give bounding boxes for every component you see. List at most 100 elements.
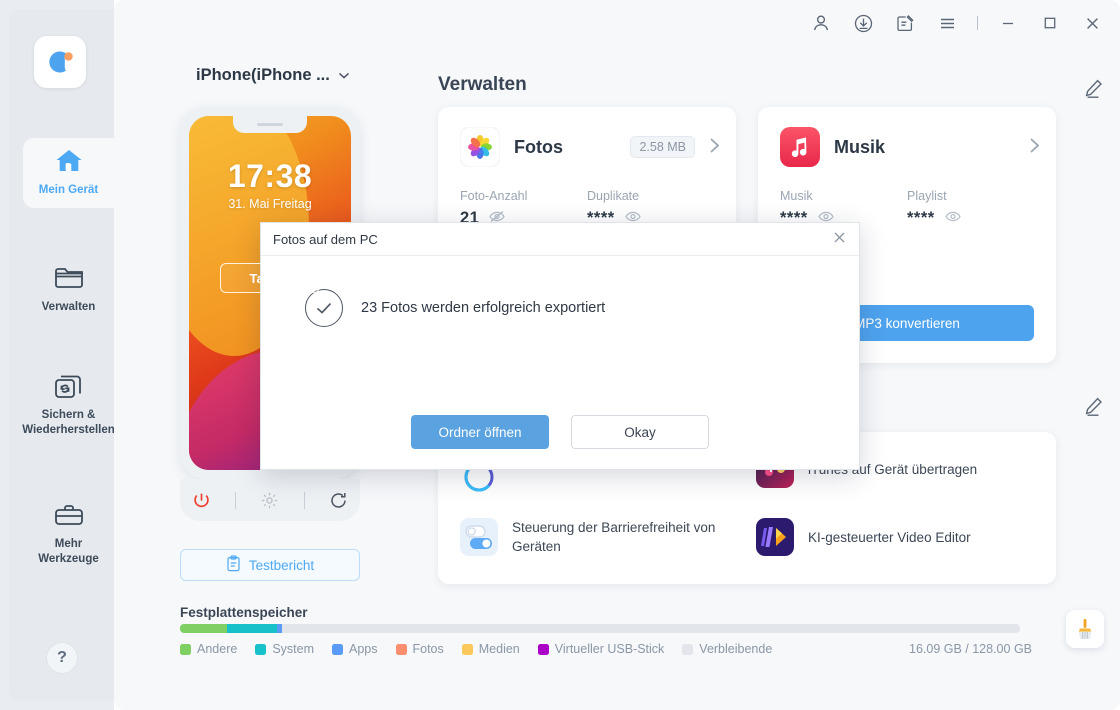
clipboard-icon [226,555,241,575]
titlebar-divider [977,16,978,30]
legend-item: Verbleibende [682,642,772,656]
stat-label: Foto-Anzahl [460,189,528,203]
card-musik-title: Musik [834,136,886,157]
feedback-icon[interactable] [893,11,917,35]
legend-swatch [180,643,191,655]
help-button[interactable]: ? [46,642,78,674]
stat-label: Musik [780,189,813,203]
close-icon[interactable] [832,230,847,248]
broom-icon[interactable] [1066,610,1104,648]
sidebar-item-sichern-wiederherstellen[interactable]: Sichern & Wiederherstellen [22,363,115,448]
legend-swatch [255,643,267,655]
legend-item: Apps [332,642,378,656]
action-divider [303,491,305,509]
lockscreen-time: 17:38 [227,158,313,194]
tool-label: KI-gesteuerter Video Editor [808,529,971,545]
legend-item: Virtueller USB-Stick [537,642,665,656]
sidebar-item-label: Mein Gerät [38,184,99,196]
chevron-right-icon[interactable] [1029,137,1040,158]
testbericht-label: Testbericht [248,557,315,573]
legend-swatch [682,643,694,655]
sidebar-item-label: Mehr Werkzeuge [38,538,99,565]
tool-item-accessibility[interactable]: Steuerung der Barrierefreiheit von Gerät… [460,518,750,556]
music-app-icon [780,127,820,167]
storage-title: Festplattenspeicher [180,605,308,620]
folder-icon [54,263,84,293]
backup-restore-icon [54,371,84,401]
storage-legend: Andere System Apps Fotos Medien Virtueller US… [180,642,772,656]
edit-tools-icon[interactable] [1083,396,1104,422]
legend-label: Fotos [412,642,444,656]
chevron-down-icon [338,66,350,85]
legend-swatch [537,643,549,655]
sidebar-panel [9,9,114,701]
sidebar-item-verwalten[interactable]: Verwalten [23,255,114,325]
dialog-footer: Ordner öffnen Okay [261,415,859,449]
tool-item-video-editor[interactable]: KI-gesteuerter Video Editor [756,518,1046,556]
window-titlebar [114,0,1120,46]
app-logo [34,36,86,88]
eye-icon[interactable] [944,210,961,228]
menu-icon[interactable] [935,11,959,35]
storage-capacity: 16.09 GB / 128.00 GB [909,642,1032,656]
wallpaper-button[interactable]: Tapete [220,263,320,293]
legend-label: Virtueller USB-Stick [554,642,665,656]
legend-label: Andere [197,642,238,656]
testbericht-button[interactable]: Testbericht [180,549,360,581]
card-fotos-size: 2.58 MB [630,136,695,158]
dialog-header: Fotos auf dem PC [261,223,859,256]
stat-value: **** [907,209,935,227]
card-musik-header: Musik [780,127,1040,167]
stat-playlist: Playlist **** [907,189,1034,228]
video-editor-icon [756,518,794,556]
device-selector[interactable]: iPhone(iPhone ... [196,66,350,85]
legend-label: Apps [349,642,378,656]
minimize-button[interactable] [996,11,1020,35]
home-icon [55,146,83,176]
download-icon[interactable] [851,11,875,35]
toolbox-icon [54,500,84,530]
sidebar-item-label: Sichern & Wiederherstellen [22,409,115,436]
brightness-icon[interactable] [260,491,279,510]
action-divider [235,491,237,509]
legend-swatch [461,643,473,655]
sidebar-item-mehr-werkzeuge[interactable]: Mehr Werkzeuge [23,492,114,577]
power-icon[interactable] [192,491,211,510]
close-button[interactable] [1080,11,1104,35]
refresh-icon[interactable] [329,491,348,510]
dialog-body: 23 Fotos werden erfolgreich exportiert [261,256,859,327]
sidebar-item-mein-geraet[interactable]: Mein Gerät [23,138,114,208]
edit-verwalten-icon[interactable] [1083,78,1104,104]
legend-item: Medien [461,642,520,656]
legend-swatch [395,643,407,655]
accessibility-toggle-icon [460,518,498,556]
page-title: Verwalten [438,74,527,95]
export-success-dialog: Fotos auf dem PC 23 Fotos werden erfolgr… [260,222,860,470]
legend-swatch [332,643,343,655]
tool-label: Steuerung der Barrierefreiheit von Gerät… [512,520,716,554]
legend-item: Andere [180,642,237,656]
storage-segment [180,624,228,633]
ordner-oeffnen-button[interactable]: Ordner öffnen [411,415,549,449]
legend-item: Fotos [395,642,444,656]
droidkit-logo-icon [49,51,73,73]
lockscreen-date: 31. Mai Freitag [228,197,312,211]
stat-label: Playlist [907,189,947,203]
application-window: Mein Gerät Verwalten Sichern & Wiederher… [0,0,1120,710]
legend-label: Medien [478,642,520,656]
dialog-title: Fotos auf dem PC [273,231,378,247]
sidebar-item-label: Verwalten [41,301,96,313]
okay-button[interactable]: Okay [571,415,709,449]
legend-label: Verbleibende [699,642,773,656]
stat-label: Duplikate [587,189,640,203]
phone-action-bar [180,479,360,521]
maximize-button[interactable] [1038,11,1062,35]
sidebar: Mein Gerät Verwalten Sichern & Wiederher… [0,0,115,710]
legend-label: System [272,642,314,656]
photos-app-icon [459,126,501,168]
chevron-right-icon[interactable] [709,137,720,158]
check-circle-icon [305,289,343,327]
account-icon[interactable] [809,11,833,35]
phone-notch [233,116,307,133]
card-fotos-title: Fotos [514,136,563,157]
